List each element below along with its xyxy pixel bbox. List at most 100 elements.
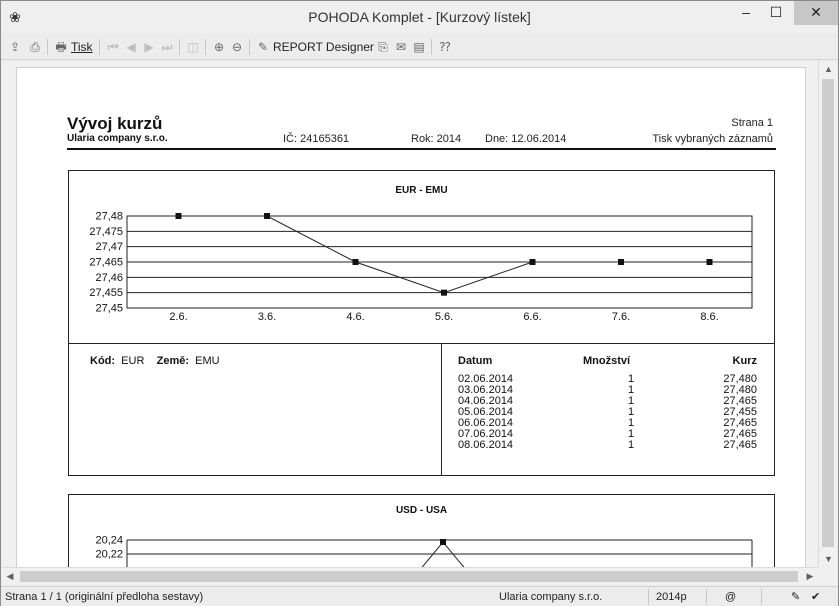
x-tick-label: 7.6. xyxy=(612,311,630,323)
scrollbar-corner xyxy=(818,567,837,585)
data-point xyxy=(529,259,536,265)
y-tick-label: 27,47 xyxy=(95,241,123,253)
x-tick-label: 6.6. xyxy=(523,311,541,323)
report-date: Dne: 12.06.2014 xyxy=(485,133,567,145)
toolbar-separator xyxy=(249,39,250,55)
toolbar-separator xyxy=(99,39,100,55)
last-page-icon[interactable]: ⏭ xyxy=(159,38,175,56)
toolbar-separator xyxy=(179,39,180,55)
y-tick-label: 27,46 xyxy=(95,272,123,284)
check-status-icon[interactable]: ✔ xyxy=(811,590,820,604)
pdf-export-icon[interactable]: ⎘ xyxy=(375,38,391,56)
help-icon[interactable]: ⁇ xyxy=(437,38,453,56)
print-preview-toolbar: ⇪ ⎙ 🖶 Tisk ⏮ ◀ ▶ ⏭ ◫ ⊕ ⊖ ✎ REPORT Design… xyxy=(1,34,838,60)
x-tick-label: 2.6. xyxy=(169,311,187,323)
printer-icon[interactable]: 🖶 xyxy=(53,38,69,56)
status-page-info: Strana 1 / 1 (originální předloha sestav… xyxy=(5,591,204,603)
currency-section-eur: EUR - EMU 27,48 27,475 27,47 27,465 27,46 27,… xyxy=(68,170,775,476)
x-tick-label: 3.6. xyxy=(258,311,276,323)
country-value: EMU xyxy=(195,355,220,367)
print-label: Tisk xyxy=(71,40,93,54)
y-tick-label: 20,24 xyxy=(95,535,123,547)
section-divider-vertical xyxy=(441,343,442,475)
code-label: Kód: xyxy=(90,355,116,367)
print-setup-icon[interactable]: ⎙ xyxy=(27,38,43,56)
eur-line-chart: 27,48 27,475 27,47 27,465 27,46 27,455 27,45 2.… xyxy=(89,211,753,323)
y-tick-label: 27,455 xyxy=(89,287,123,299)
print-button[interactable]: Tisk xyxy=(71,38,93,56)
status-company: Ularia company s.r.o. xyxy=(499,591,603,603)
edit-mode-icon[interactable]: ✎ xyxy=(791,590,800,604)
data-point xyxy=(352,259,359,265)
vertical-scrollbar[interactable]: ▲ ▼ xyxy=(818,61,837,567)
x-tick-label: 8.6. xyxy=(700,311,718,323)
column-header-rate: Kurz xyxy=(732,355,757,367)
data-point xyxy=(440,539,446,545)
series-line xyxy=(178,215,710,294)
close-button[interactable]: ✕ xyxy=(794,1,838,25)
row-quantity: 1 xyxy=(628,439,635,451)
window-title: POHODA Komplet - [Kurzový lístek] xyxy=(308,9,531,25)
x-tick-label: 5.6. xyxy=(435,311,453,323)
first-page-icon[interactable]: ⏮ xyxy=(105,38,121,56)
report-designer-icon[interactable]: ✎ xyxy=(255,38,271,56)
report-page: Vývoj kurzů Ularia company s.r.o. IČ: 24… xyxy=(16,67,806,567)
horizontal-scroll-thumb[interactable] xyxy=(20,571,798,582)
code-value: EUR xyxy=(121,355,145,367)
report-designer-button[interactable]: REPORT Designer xyxy=(273,38,374,56)
y-tick-label: 27,465 xyxy=(89,257,123,269)
row-date: 08.06.2014 xyxy=(458,439,514,451)
two-pages-icon[interactable]: ◫ xyxy=(185,38,201,56)
export-icon[interactable]: ⇪ xyxy=(7,38,23,56)
section-divider xyxy=(69,343,774,344)
y-tick-label: 20,22 xyxy=(95,549,123,561)
minimize-button[interactable]: – xyxy=(730,1,762,25)
horizontal-scrollbar[interactable]: ◀ ▶ xyxy=(2,567,818,585)
document-icon[interactable]: ▤ xyxy=(411,38,427,56)
title-bar: ❀ POHODA Komplet - [Kurzový lístek] – ☐ … xyxy=(1,1,838,33)
data-point xyxy=(706,259,713,265)
status-separator xyxy=(761,589,762,605)
chart-title: EUR - EMU xyxy=(395,185,448,196)
data-point xyxy=(441,289,447,296)
column-header-quantity: Množství xyxy=(583,355,631,367)
y-tick-label: 27,45 xyxy=(95,303,123,315)
data-point xyxy=(264,213,270,219)
zoom-in-icon[interactable]: ⊕ xyxy=(211,38,227,56)
toolbar-separator xyxy=(431,39,432,55)
scroll-down-arrow-icon[interactable]: ▼ xyxy=(819,551,838,567)
next-page-icon[interactable]: ▶ xyxy=(141,38,157,56)
status-separator xyxy=(706,589,707,605)
scroll-left-arrow-icon[interactable]: ◀ xyxy=(2,568,18,585)
country-label: Země: xyxy=(156,355,190,367)
currency-info: Kód: EUR Země: EMU xyxy=(90,355,220,367)
currency-section-usd: USD - USA 20,24 20,22 xyxy=(68,494,775,567)
maximize-button[interactable]: ☐ xyxy=(760,1,792,25)
status-bar: Strana 1 / 1 (originální předloha sestav… xyxy=(1,586,838,606)
scroll-right-arrow-icon[interactable]: ▶ xyxy=(802,568,818,585)
report-year: Rok: 2014 xyxy=(411,133,462,145)
y-tick-label: 27,475 xyxy=(89,226,123,238)
y-tick-label: 27,48 xyxy=(95,211,123,223)
report-page-number: Strana 1 xyxy=(731,117,773,129)
header-rule xyxy=(67,148,776,150)
toolbar-separator xyxy=(47,39,48,55)
email-icon[interactable]: ✉ xyxy=(393,38,409,56)
status-separator xyxy=(648,589,649,605)
row-rate: 27,465 xyxy=(723,439,757,451)
status-year: 2014p xyxy=(656,591,687,603)
x-tick-label: 4.6. xyxy=(346,311,364,323)
previous-page-icon[interactable]: ◀ xyxy=(123,38,139,56)
report-preview-area[interactable]: Vývoj kurzů Ularia company s.r.o. IČ: 24… xyxy=(2,61,818,567)
usd-line-chart: 20,24 20,22 xyxy=(95,535,753,567)
application-window: ❀ POHODA Komplet - [Kurzový lístek] – ☐ … xyxy=(0,0,839,606)
report-title: Vývoj kurzů xyxy=(67,114,163,133)
report-ic: IČ: 24165361 xyxy=(283,133,350,145)
zoom-out-icon[interactable]: ⊖ xyxy=(229,38,245,56)
column-header-date: Datum xyxy=(458,355,493,367)
data-point xyxy=(618,259,624,265)
toolbar-separator xyxy=(205,39,206,55)
report-company: Ularia company s.r.o. xyxy=(67,133,168,144)
scroll-up-arrow-icon[interactable]: ▲ xyxy=(819,61,838,77)
vertical-scroll-thumb[interactable] xyxy=(822,79,834,547)
